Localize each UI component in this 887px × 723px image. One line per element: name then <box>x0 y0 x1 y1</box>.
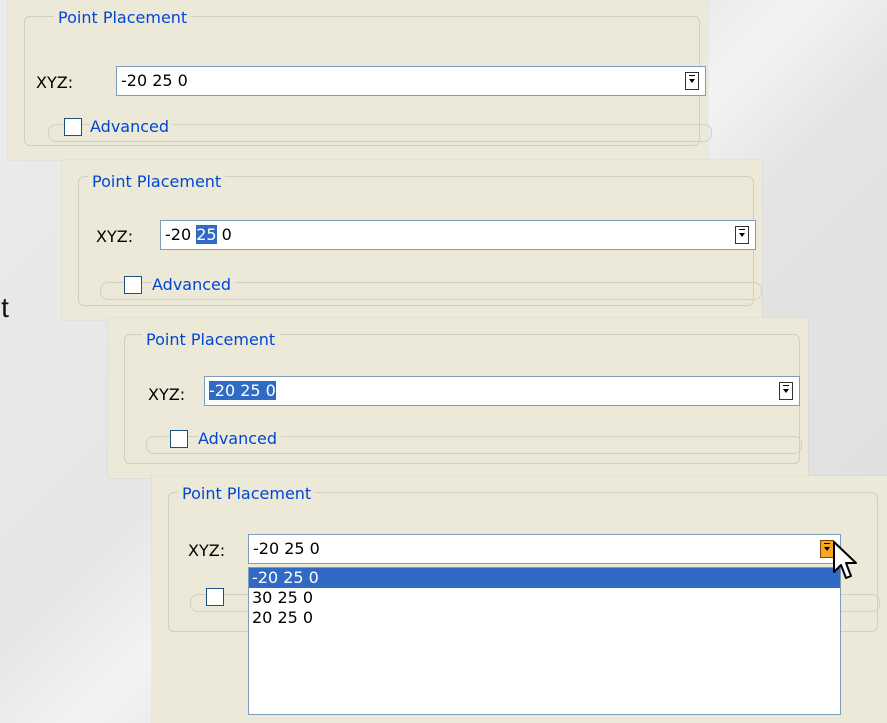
xyz-label: XYZ: <box>148 385 186 404</box>
advanced-section: Advanced <box>100 274 762 300</box>
xyz-input[interactable]: -20 25 0 <box>209 381 276 401</box>
dropdown-option[interactable]: 20 25 0 <box>249 608 840 628</box>
point-placement-panel-2: Point Placement XYZ: -20 25 0 Advanced <box>62 160 762 320</box>
advanced-checkbox[interactable] <box>124 276 142 294</box>
dropdown-option[interactable]: -20 25 0 <box>249 568 840 588</box>
dropdown-button[interactable] <box>735 226 749 244</box>
xyz-label: XYZ: <box>36 73 74 92</box>
dropdown-option[interactable]: 30 25 0 <box>249 588 840 608</box>
advanced-label[interactable]: Advanced <box>90 117 174 137</box>
xyz-label: XYZ: <box>96 227 134 246</box>
group-title: Point Placement <box>88 172 226 192</box>
advanced-section: Advanced <box>48 116 712 142</box>
background-partial-text: ght <box>0 292 9 323</box>
xyz-dropdown-list: -20 25 0 30 25 0 20 25 0 <box>248 567 841 715</box>
xyz-input[interactable]: -20 25 0 <box>165 225 232 245</box>
group-title: Point Placement <box>142 330 280 350</box>
xyz-combobox[interactable]: -20 25 0 <box>116 66 706 96</box>
xyz-input[interactable]: -20 25 0 <box>253 539 320 559</box>
text-before: -20 <box>165 225 197 244</box>
advanced-checkbox[interactable] <box>170 430 188 448</box>
point-placement-panel-3: Point Placement XYZ: -20 25 0 Advanced <box>108 318 808 478</box>
xyz-combobox[interactable]: -20 25 0 <box>160 220 756 250</box>
advanced-section: Advanced <box>146 428 802 454</box>
dropdown-button[interactable] <box>685 72 699 90</box>
mouse-pointer-icon <box>833 541 857 579</box>
advanced-label[interactable]: Advanced <box>198 429 282 449</box>
selected-text: -20 25 0 <box>209 381 276 400</box>
xyz-combobox[interactable]: -20 25 0 <box>204 376 800 406</box>
xyz-combobox[interactable]: -20 25 0 <box>248 534 841 564</box>
group-title: Point Placement <box>178 484 316 504</box>
xyz-label: XYZ: <box>188 541 226 560</box>
point-placement-panel-1: Point Placement XYZ: -20 25 0 Advanced <box>8 0 712 160</box>
selected-text: 25 <box>196 225 217 244</box>
dropdown-button[interactable] <box>779 382 793 400</box>
advanced-label[interactable]: Advanced <box>152 275 236 295</box>
xyz-input[interactable]: -20 25 0 <box>121 71 188 91</box>
advanced-checkbox[interactable] <box>64 118 82 136</box>
text-after: 0 <box>216 225 232 244</box>
group-title: Point Placement <box>54 8 192 28</box>
advanced-checkbox[interactable] <box>206 588 224 606</box>
